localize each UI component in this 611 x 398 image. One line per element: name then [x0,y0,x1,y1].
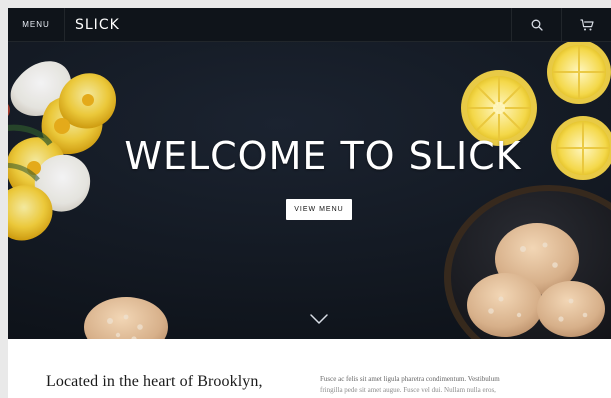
hero-title: WELCOME TO SLICK [124,134,522,178]
cookie-image [84,297,168,339]
search-button[interactable] [511,8,561,41]
content-section: Located in the heart of Brooklyn, Fusce … [8,339,611,398]
content-headline: Located in the heart of Brooklyn, [46,373,263,390]
brand-name[interactable]: SLICK [65,8,511,41]
app-frame: WELCOME TO SLICK VIEW MENU MENU SLICK Lo… [0,0,611,398]
content-body-line-1: Fusce ac felis sit amet ligula pharetra … [320,375,500,383]
menu-button[interactable]: MENU [8,8,65,41]
cookie-bowl-image [444,185,611,339]
content-body: Fusce ac felis sit amet ligula pharetra … [320,374,590,396]
search-icon [530,18,544,32]
view-menu-button[interactable]: VIEW MENU [286,199,352,220]
hero-section: WELCOME TO SLICK VIEW MENU [8,8,611,339]
chevron-down-icon[interactable] [309,312,329,326]
cart-button[interactable] [561,8,611,41]
top-nav: MENU SLICK [8,8,611,42]
content-body-line-2: fringilla pede sit amet augue. Fusce vel… [320,386,496,394]
top-actions [511,8,611,41]
cart-icon [579,18,595,32]
